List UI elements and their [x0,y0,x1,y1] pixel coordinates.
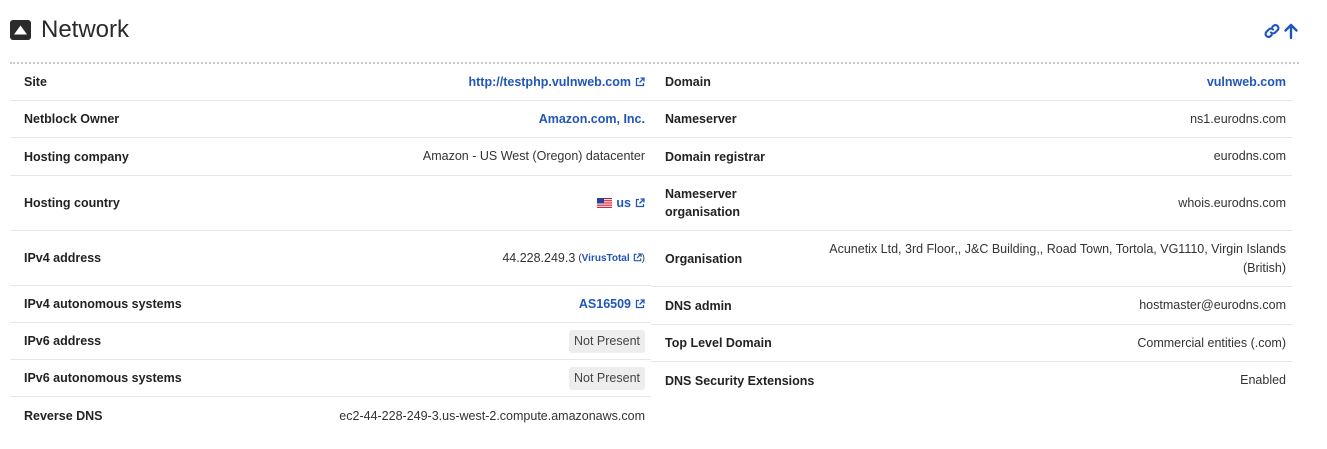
row-label: Hosting company [24,149,129,164]
row-label: Netblock Owner [24,112,120,126]
row-nameserver: Nameserver ns1.eurodns.com [651,101,1292,138]
row-value: hostmaster@eurodns.com [1139,298,1286,312]
row-value: http://testphp.vulnweb.com [469,64,646,100]
row-label: IPv6 address [24,334,102,348]
netblock-owner-link[interactable]: Amazon.com, Inc. [539,110,645,129]
row-label: Reverse DNS [24,409,103,423]
external-link-icon[interactable] [635,299,645,309]
row-label: DNS admin [665,298,732,313]
row-value: Not Present [568,323,645,359]
row-nameserver-organisation: Nameserver organisation whois.eurodns.co… [651,176,1292,231]
virustotal-group: (VirusTotal) [578,249,645,268]
row-value: us [597,176,645,230]
row-value: Acunetix Ltd, 3rd Floor,, J&C Building,,… [829,241,1286,275]
row-top-level-domain: Top Level Domain Commercial entities (.c… [651,325,1292,362]
us-flag-icon [597,197,613,209]
row-value: Not Present [568,360,645,396]
row-domain-registrar: Domain registrar eurodns.com [651,138,1292,176]
paren-close: ) [641,252,645,264]
row-value: Commercial entities (.com) [1137,335,1286,350]
collapse-toggle-icon[interactable] [10,20,31,40]
row-value: eurodns.com [1213,149,1286,163]
not-present-badge: Not Present [568,329,645,353]
external-link-icon[interactable] [633,252,642,262]
row-label: IPv4 autonomous systems [24,297,182,311]
row-dnssec: DNS Security Extensions Enabled [651,362,1292,399]
row-label: Hosting country [24,196,120,210]
row-label: Top Level Domain [665,336,772,350]
row-label: IPv6 autonomous systems [24,371,182,385]
external-link-icon[interactable] [635,77,645,87]
row-value: Amazon.com, Inc. [539,101,645,137]
not-present-badge: Not Present [568,366,645,390]
row-dns-admin: DNS admin hostmaster@eurodns.com [651,287,1292,325]
network-table-left: Site http://testphp.vulnweb.com Netblock… [10,64,651,435]
ipv4-value: 44.228.249.3 [502,250,576,265]
row-value: AS16509 [579,286,645,322]
site-link[interactable]: http://testphp.vulnweb.com [469,73,632,92]
row-organisation: Organisation Acunetix Ltd, 3rd Floor,, J… [651,231,1292,287]
network-table-right: Domain vulnweb.com Nameserver ns1.eurodn… [651,64,1292,399]
row-label: Nameserver organisation [665,187,741,219]
row-label: Site [24,75,47,89]
row-netblock-owner: Netblock Owner Amazon.com, Inc. [10,101,651,138]
row-value: Enabled [1240,373,1286,387]
row-value: whois.eurodns.com [1178,195,1286,210]
header-actions [1263,21,1300,41]
row-label: IPv4 address [24,251,102,265]
row-ipv4-as: IPv4 autonomous systems AS16509 [10,286,651,323]
row-value: vulnweb.com [811,64,1286,100]
row-reverse-dns: Reverse DNS ec2-44-228-249-3.us-west-2.c… [10,397,651,435]
row-label: Domain registrar [665,149,766,164]
row-label: Domain [665,75,711,89]
row-value: Amazon - US West (Oregon) datacenter [422,149,645,163]
row-hosting-company: Hosting company Amazon - US West (Oregon… [10,138,651,176]
arrow-up-icon[interactable] [1282,22,1300,40]
row-label: Organisation [665,251,743,266]
row-site: Site http://testphp.vulnweb.com [10,64,651,101]
row-value: ec2-44-228-249-3.us-west-2.compute.amazo… [339,408,645,423]
row-value: ns1.eurodns.com [1190,111,1286,126]
row-hosting-country: Hosting country us [10,176,651,231]
row-value: 44.228.249.3 (VirusTotal) [502,231,645,285]
virustotal-link[interactable]: VirusTotal [582,253,630,264]
row-domain: Domain vulnweb.com [651,64,1292,101]
external-link-icon[interactable] [635,198,645,208]
section-title: Network [41,16,130,43]
domain-link[interactable]: vulnweb.com [1207,73,1286,92]
hosting-country-link[interactable]: us [616,194,631,213]
ipv4-as-link[interactable]: AS16509 [579,295,631,314]
link-icon[interactable] [1263,22,1281,40]
row-ipv6-as: IPv6 autonomous systems Not Present [10,360,651,397]
row-label: Nameserver [665,112,737,126]
row-ipv4-address: IPv4 address 44.228.249.3 (VirusTotal) [10,231,651,286]
row-ipv6-address: IPv6 address Not Present [10,323,651,360]
section-header: Network [10,14,1300,46]
